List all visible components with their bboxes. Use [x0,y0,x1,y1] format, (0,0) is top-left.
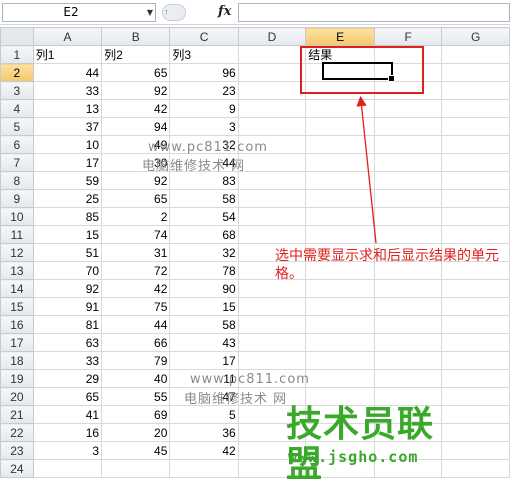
watermark-url: www.pc811.com [190,372,310,387]
watermark-site: 电脑维修技术 网 [142,159,246,174]
site-logo: 技术员联盟 [286,404,435,485]
watermark-site: 电脑维修技术 网 [184,392,288,407]
annotation-text: 选中需要显示求和后显示结果的单元格。 [275,248,499,282]
watermark-url: www.pc811.com [148,140,268,155]
site-logo-url: www.jsgho.com [288,448,419,466]
